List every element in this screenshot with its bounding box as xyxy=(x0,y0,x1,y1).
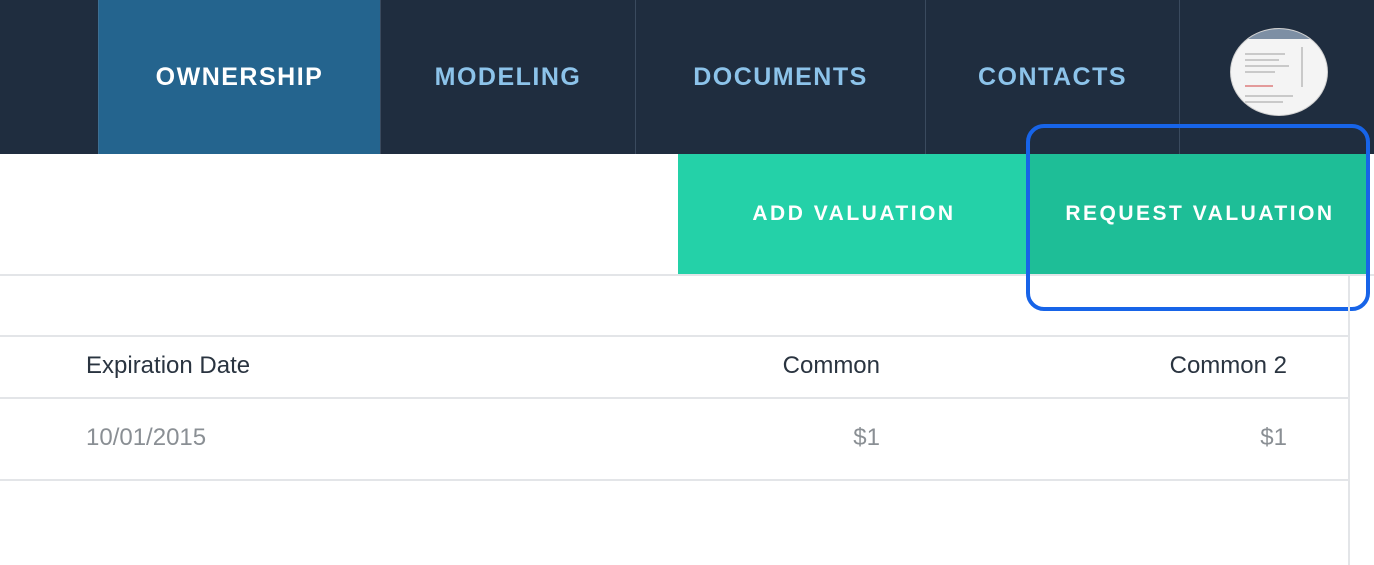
column-header-expiration-date[interactable]: Expiration Date xyxy=(86,352,250,380)
avatar-document-line xyxy=(1301,47,1303,87)
avatar[interactable] xyxy=(1230,28,1328,116)
tab-modeling[interactable]: MODELING xyxy=(380,0,635,154)
table-right-border xyxy=(1348,274,1350,565)
divider xyxy=(0,397,1350,399)
cell-common: $1 xyxy=(853,424,880,451)
avatar-document-header xyxy=(1231,29,1327,39)
add-valuation-button[interactable]: ADD VALUATION xyxy=(678,154,1030,274)
avatar-document-line xyxy=(1245,85,1273,87)
tab-documents[interactable]: DOCUMENTS xyxy=(635,0,925,154)
avatar-document-line xyxy=(1245,65,1289,67)
avatar-document-line xyxy=(1245,101,1283,103)
action-bar: ADD VALUATION REQUEST VALUATION xyxy=(0,154,1374,276)
tab-ownership[interactable]: OWNERSHIP xyxy=(98,0,380,154)
avatar-document-line xyxy=(1245,71,1275,73)
avatar-document-line xyxy=(1245,59,1279,61)
cell-expiration-date: 10/01/2015 xyxy=(86,424,207,451)
divider xyxy=(0,479,1350,481)
cell-common-2: $1 xyxy=(1260,424,1287,451)
tab-contacts[interactable]: CONTACTS xyxy=(925,0,1180,154)
request-valuation-button[interactable]: REQUEST VALUATION xyxy=(1030,154,1370,274)
divider xyxy=(0,335,1350,337)
column-header-common-2[interactable]: Common 2 xyxy=(1170,352,1287,380)
avatar-document-line xyxy=(1245,53,1285,55)
avatar-document-line xyxy=(1245,95,1293,97)
column-header-common[interactable]: Common xyxy=(783,352,880,380)
top-navigation: OWNERSHIP MODELING DOCUMENTS CONTACTS xyxy=(0,0,1374,154)
